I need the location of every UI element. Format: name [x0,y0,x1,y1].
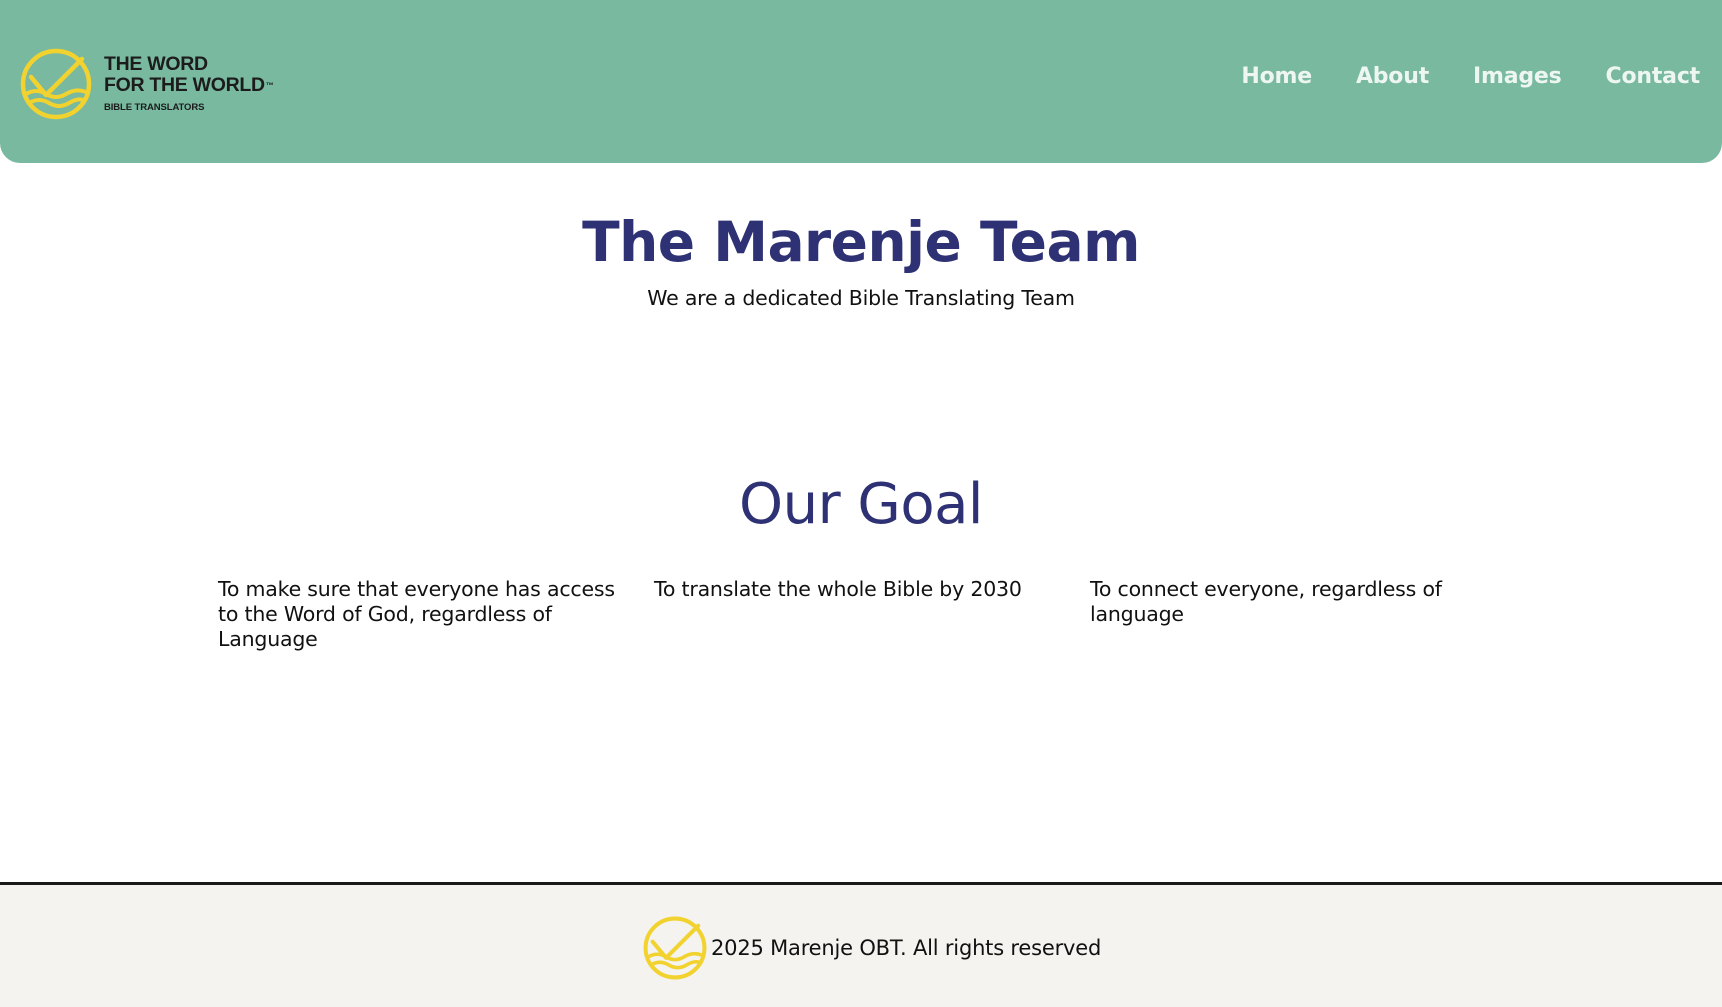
nav-contact-link[interactable]: Contact [1606,64,1701,89]
goal-item-connect: To connect everyone, regardless of langu… [1090,577,1442,626]
sun-horizon-logo-icon [20,48,92,120]
goal-item-access: To make sure that everyone has access to… [218,577,615,651]
hero-subtitle: We are a dedicated Bible Translating Tea… [647,286,1075,310]
site-logo[interactable]: THE WORD FOR THE WORLD™ BIBLE TRANSLATOR… [19,46,289,122]
main-nav: Home About Images Contact [1241,64,1700,89]
site-header: THE WORD FOR THE WORLD™ BIBLE TRANSLATOR… [0,0,1722,163]
logo-line-1: THE WORD [104,53,208,75]
nav-images-link[interactable]: Images [1473,64,1562,89]
site-footer: 2025 Marenje OBT. All rights reserved [0,882,1722,1007]
goal-item-translate: To translate the whole Bible by 2030 [654,577,1022,601]
footer-copyright: 2025 Marenje OBT. All rights reserved [711,936,1102,960]
logo-line-2-text: FOR THE WORLD [104,74,265,96]
logo-wordmark: THE WORD FOR THE WORLD™ BIBLE TRANSLATOR… [104,53,274,114]
footer-logo-icon [643,916,707,980]
logo-subtitle: BIBLE TRANSLATORS [104,102,205,113]
logo-trademark: ™ [265,81,274,90]
footer-content: 2025 Marenje OBT. All rights reserved [642,915,1101,981]
logo-line-2: FOR THE WORLD™ [104,74,274,96]
nav-home-link[interactable]: Home [1241,64,1312,89]
hero-title: The Marenje Team [582,210,1140,274]
goal-title: Our Goal [739,472,983,537]
page: THE WORD FOR THE WORLD™ BIBLE TRANSLATOR… [0,0,1722,1007]
nav-about-link[interactable]: About [1356,64,1429,89]
